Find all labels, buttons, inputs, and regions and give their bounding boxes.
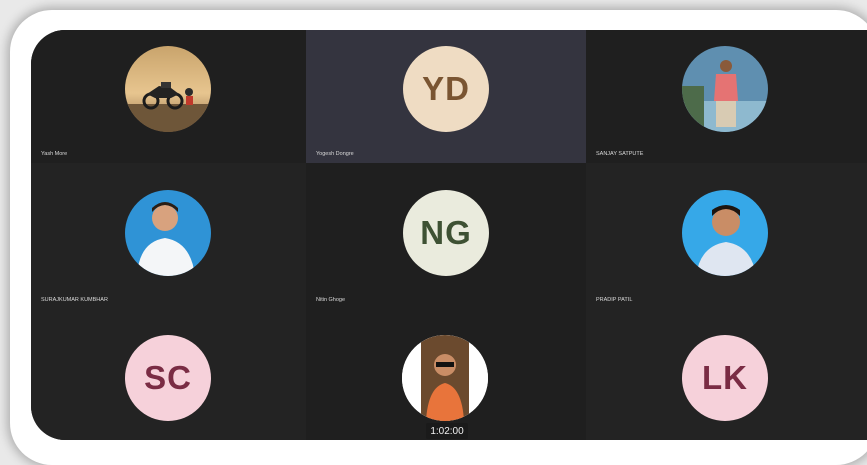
participant-grid: Yash More YD Yogesh Dongre SANJAY SATPUT… <box>31 30 867 440</box>
participant-name: Nitin Ghoge <box>316 297 346 303</box>
participant-name: Yogesh Dongre <box>316 151 354 157</box>
participant-avatar <box>125 190 211 276</box>
participant-tile-pradip-patil[interactable]: PRADIP PATIL <box>586 163 867 308</box>
participant-name: Yash More <box>41 151 68 157</box>
man-sunglasses-photo-icon <box>402 335 488 421</box>
participant-name: SANJAY SATPUTE <box>596 151 644 157</box>
man-portrait-photo-icon <box>682 190 768 276</box>
participant-avatar <box>402 335 488 421</box>
participant-avatar: YD <box>403 46 489 132</box>
participant-tile-yash-more[interactable]: Yash More <box>31 30 306 163</box>
participant-tile-center-bottom[interactable] <box>306 308 586 440</box>
man-standing-photo-icon <box>682 46 768 132</box>
participant-avatar: LK <box>682 335 768 421</box>
participant-tile-nitin-ghoge[interactable]: NG Nitin Ghoge <box>306 163 586 308</box>
man-smiling-photo-icon <box>125 190 211 276</box>
participant-tile-surajkumar-kumbhar[interactable]: SURAJKUMAR KUMBHAR <box>31 163 306 308</box>
participant-tile-lk[interactable]: LK <box>586 308 867 440</box>
call-timer: 1:02:00 <box>426 423 468 439</box>
participant-avatar <box>682 190 768 276</box>
participant-avatar <box>682 46 768 132</box>
participant-avatar: NG <box>403 190 489 276</box>
participant-avatar: SC <box>125 335 211 421</box>
participant-name: SURAJKUMAR KUMBHAR <box>41 297 108 303</box>
motorbike-photo-icon <box>125 46 211 132</box>
participant-avatar <box>125 46 211 132</box>
participant-tile-sanjay-satpute[interactable]: SANJAY SATPUTE <box>586 30 867 163</box>
participant-name: PRADIP PATIL <box>596 297 633 303</box>
video-call-window: Yash More YD Yogesh Dongre SANJAY SATPUT… <box>31 30 867 440</box>
participant-tile-sc[interactable]: SC <box>31 308 306 440</box>
participant-tile-yogesh-dongre[interactable]: YD Yogesh Dongre <box>306 30 586 163</box>
